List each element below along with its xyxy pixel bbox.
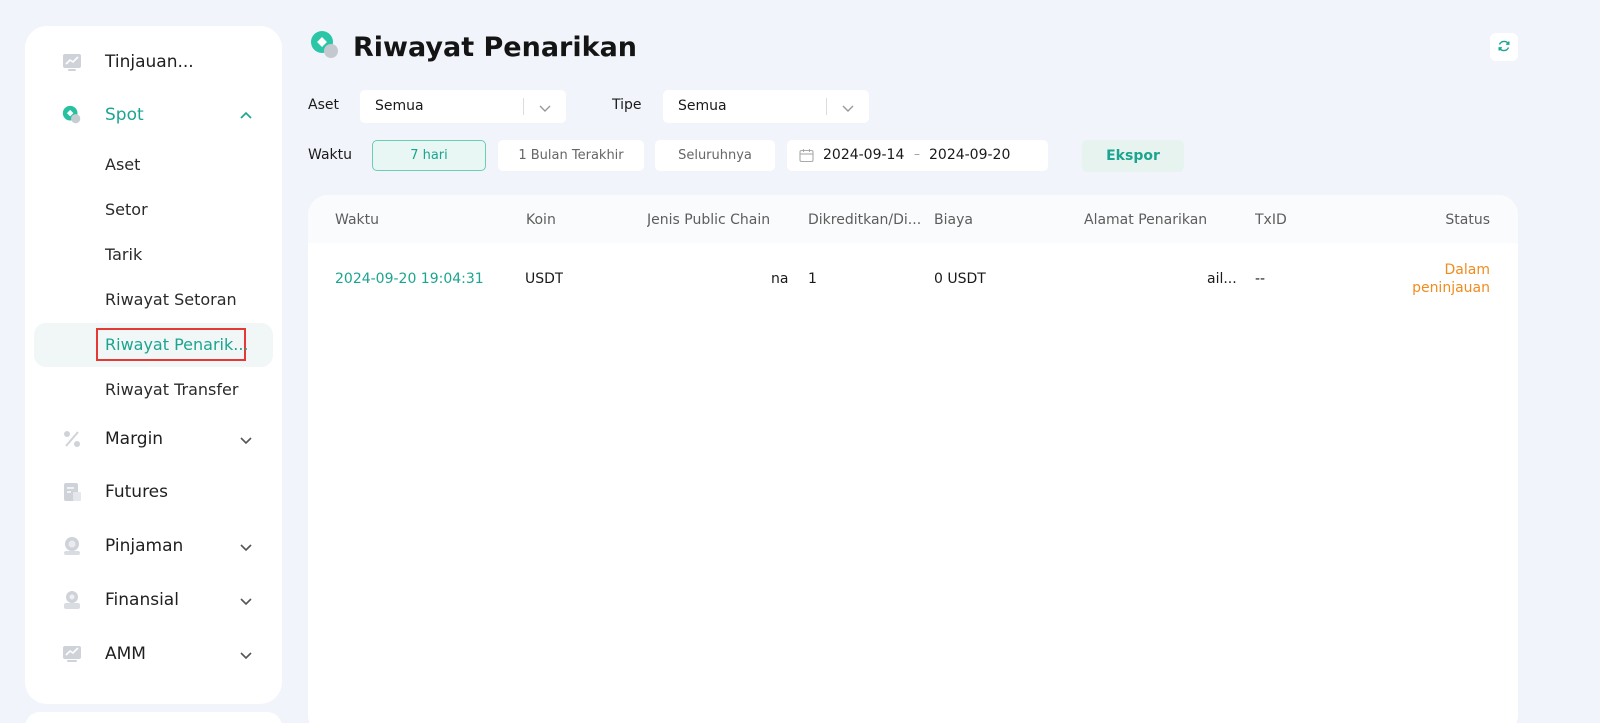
page: Tinjauan... Spot Aset Setor Tarik Riwaya… (0, 0, 1600, 723)
chip-last-month[interactable]: 1 Bulan Terakhir (498, 140, 644, 171)
date-start: 2024-09-14 (823, 147, 905, 163)
sidebar-item-amm[interactable]: AMM (34, 632, 273, 676)
cell-txid: -- (1255, 271, 1266, 287)
date-range-picker[interactable]: 2024-09-14 – 2024-09-20 (787, 140, 1048, 171)
sidebar: Tinjauan... Spot Aset Setor Tarik Riwaya… (25, 26, 282, 704)
type-filter-label: Tipe (612, 97, 642, 113)
asset-select-value: Semua (375, 98, 424, 114)
cell-time[interactable]: 2024-09-20 19:04:31 (335, 271, 484, 287)
sidebar-item-margin[interactable]: Margin (34, 417, 273, 461)
chip-all[interactable]: Seluruhnya (655, 140, 775, 171)
type-select-value: Semua (678, 98, 727, 114)
select-divider (523, 98, 524, 115)
column-header-status: Status (1445, 212, 1490, 228)
withdraw-icon (309, 29, 341, 65)
sidebar-item-label: Pinjaman (105, 536, 184, 556)
sidebar-item-futures[interactable]: Futures (34, 470, 273, 514)
chevron-down-icon (538, 100, 552, 114)
withdrawal-table: Waktu Koin Jenis Public Chain Dikreditka… (308, 195, 1518, 723)
sidebar-item-label: Finansial (105, 590, 179, 610)
finance-icon (61, 589, 83, 611)
select-divider (826, 98, 827, 115)
chip-7-days[interactable]: 7 hari (372, 140, 486, 171)
export-button[interactable]: Ekspor (1082, 140, 1184, 172)
cell-coin: USDT (525, 271, 564, 287)
document-icon (61, 481, 83, 503)
sidebar-item-overview[interactable]: Tinjauan... (34, 40, 273, 84)
cell-fee: 0 USDT (934, 271, 986, 287)
column-header-credited: Dikreditkan/Di... (808, 212, 920, 228)
chevron-down-icon (239, 593, 253, 607)
sidebar-subitem-riwayat-transfer[interactable]: Riwayat Transfer (34, 368, 273, 412)
cell-credited: 1 (808, 271, 817, 287)
column-header-coin: Koin (526, 212, 556, 228)
sidebar-subitem-riwayat-setoran[interactable]: Riwayat Setoran (34, 278, 273, 322)
sidebar-item-label: Futures (105, 482, 168, 502)
calendar-icon (799, 148, 814, 163)
sidebar-subitem-setor[interactable]: Setor (34, 188, 273, 232)
sidebar-subitem-label: Tarik (105, 245, 143, 264)
chevron-down-icon (841, 100, 855, 114)
asset-select[interactable]: Semua (360, 90, 566, 123)
table-header: Waktu Koin Jenis Public Chain Dikreditka… (308, 195, 1518, 243)
sidebar-subitem-riwayat-penarikan[interactable]: Riwayat Penarik... (34, 323, 273, 367)
chevron-down-icon (239, 647, 253, 661)
sidebar-subitem-label: Setor (105, 200, 148, 219)
sidebar-subitem-tarik[interactable]: Tarik (34, 233, 273, 277)
date-separator: – (914, 147, 920, 161)
spot-icon (61, 104, 83, 126)
refresh-button[interactable] (1490, 33, 1518, 61)
sidebar-subitem-label: Aset (105, 155, 141, 174)
status-badge: Dalam peninjauan (1412, 262, 1490, 296)
column-header-fee: Biaya (934, 212, 973, 228)
sidebar-subitem-label: Riwayat Setoran (105, 290, 237, 309)
sidebar-item-pinjaman[interactable]: Pinjaman (34, 524, 273, 568)
type-select[interactable]: Semua (663, 90, 869, 123)
sidebar-item-finansial[interactable]: Finansial (34, 578, 273, 622)
column-header-time: Waktu (335, 212, 379, 228)
date-end: 2024-09-20 (929, 147, 1011, 163)
column-header-address: Alamat Penarikan (1084, 212, 1208, 228)
sidebar-item-label: Tinjauan... (105, 52, 194, 72)
page-title: Riwayat Penarikan (353, 31, 638, 63)
chevron-down-icon (239, 539, 253, 553)
sidebar-item-label: AMM (105, 644, 146, 664)
sidebar-bottom-card (25, 712, 282, 723)
cell-address: ail... (1207, 271, 1237, 287)
monitor-chart-icon (61, 643, 83, 665)
sidebar-subitem-label: Riwayat Transfer (105, 380, 239, 399)
sidebar-item-spot[interactable]: Spot (34, 93, 273, 137)
cell-chain: na (771, 271, 789, 287)
percent-icon (61, 428, 83, 450)
chart-icon (61, 51, 83, 73)
chevron-down-icon (239, 432, 253, 446)
column-header-txid: TxID (1255, 212, 1287, 228)
chevron-up-icon (239, 108, 253, 122)
sidebar-item-label: Margin (105, 429, 164, 449)
asset-filter-label: Aset (308, 97, 339, 113)
sidebar-subitem-label: Riwayat Penarik... (105, 335, 249, 354)
column-header-chain: Jenis Public Chain (647, 212, 771, 228)
loan-icon (61, 535, 83, 557)
sidebar-subitem-aset[interactable]: Aset (34, 143, 273, 187)
sidebar-item-label: Spot (105, 105, 144, 125)
refresh-icon (1497, 38, 1511, 57)
time-filter-label: Waktu (308, 147, 352, 163)
page-header: Riwayat Penarikan (309, 29, 637, 65)
